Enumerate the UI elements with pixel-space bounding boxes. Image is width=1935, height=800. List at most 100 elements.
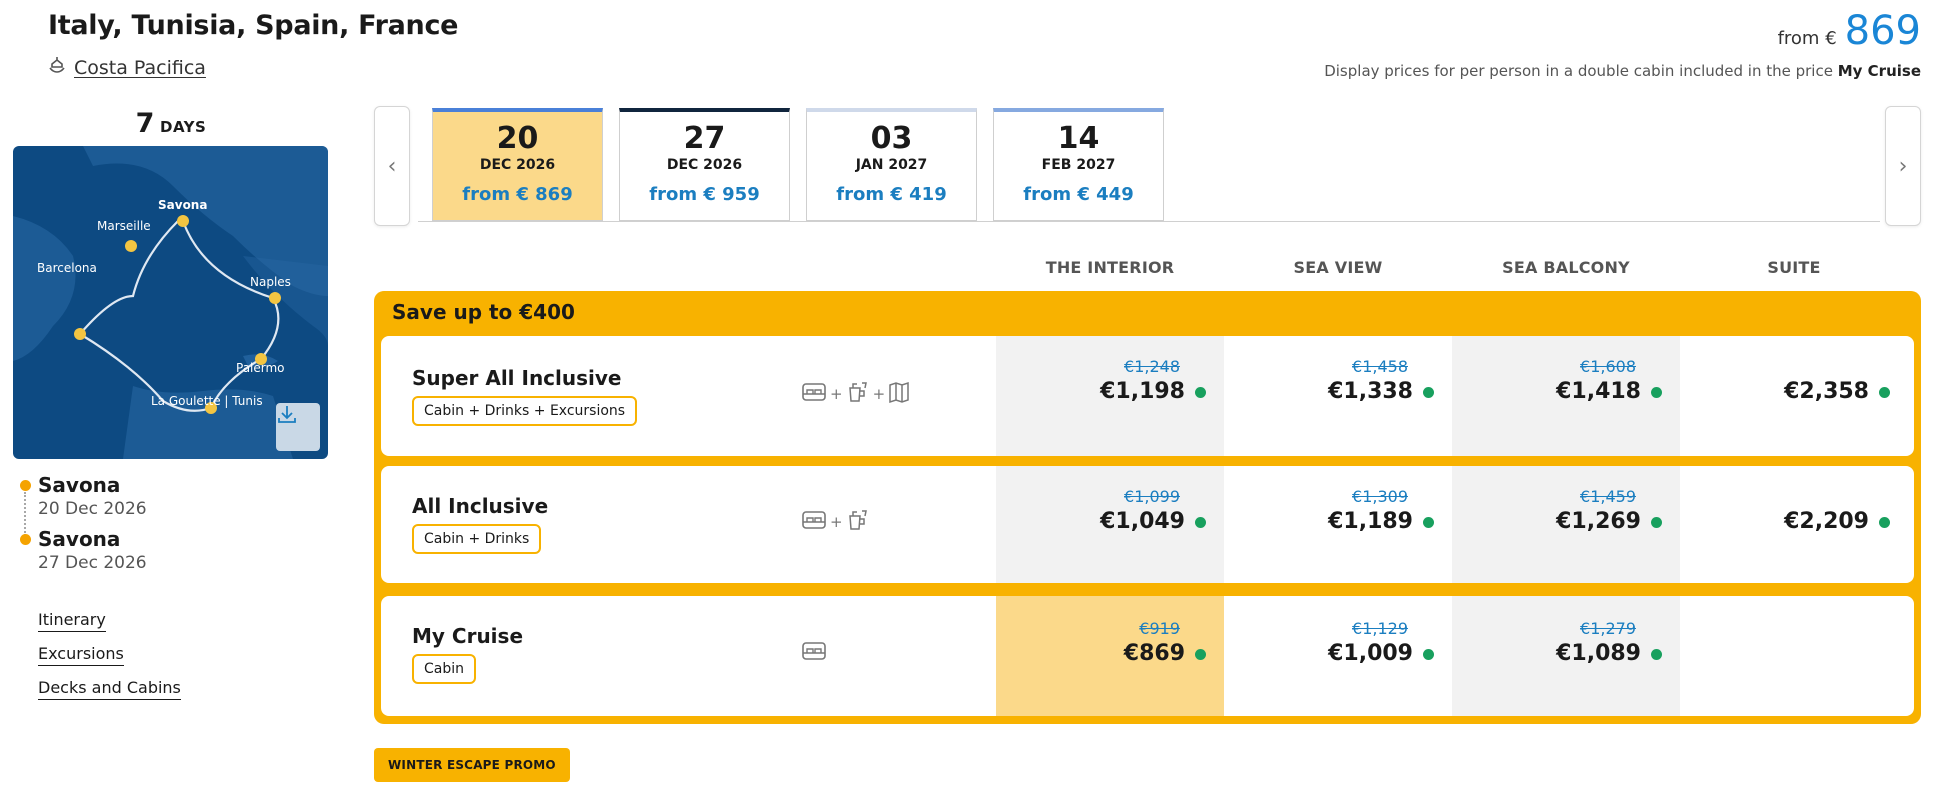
rate-row-super-all-inclusive: Super All Inclusive Cabin + Drinks + Exc… [381,336,1914,456]
map-icon [888,380,910,408]
date-tab-14-feb-2027[interactable]: 14 FEB 2027 from € 449 [993,108,1164,221]
ship-link[interactable]: Costa Pacifica [48,56,206,79]
price-new: €1,418 [1452,378,1662,406]
side-links: Itinerary Excursions Decks and Cabins [38,610,181,712]
price-old: €1,099 [1124,487,1180,506]
price-value: €869 [1123,641,1185,666]
date-tab-27-dec-2026[interactable]: 27 DEC 2026 from € 959 [619,108,790,221]
price-old: €1,248 [1124,357,1180,376]
price-cell-interior[interactable]: €1,248 €1,198 [996,356,1224,406]
chevron-left-icon: ‹ [387,153,397,179]
availability-dot [1651,516,1662,528]
price-new: €1,009 [1224,640,1434,668]
price-cell-interior[interactable]: €1,099 €1,049 [996,486,1224,536]
stop-date: 27 Dec 2026 [38,553,147,573]
price-cell-sea-view[interactable]: €1,309 €1,189 [1224,486,1452,536]
date-price: from € 449 [1023,184,1134,205]
winter-escape-promo-badge[interactable]: WINTER ESCAPE PROMO [374,748,570,782]
price-old: €1,309 [1352,487,1408,506]
date-tab-20-dec-2026[interactable]: 20 DEC 2026 from € 869 [432,108,603,221]
rate-name: My Cruise [412,624,524,648]
availability-dot [1651,386,1662,398]
from-price-label: from € [1777,28,1837,49]
ship-name: Costa Pacifica [74,56,206,79]
plus-sign: + [830,513,843,531]
rate-includes [801,640,827,666]
price-disclaimer: Display prices for per person in a doubl… [1324,62,1921,80]
disclaimer-rate-name: My Cruise [1837,62,1921,80]
dates-next-button[interactable]: › [1885,106,1921,226]
price-cell-sea-balcony[interactable]: €1,459 €1,269 [1452,486,1680,536]
dates-prev-button[interactable]: ‹ [374,106,410,226]
column-header-sea-view: SEA VIEW [1293,258,1383,277]
price-cell-sea-view[interactable]: €1,458 €1,338 [1224,356,1452,406]
date-day: 03 [870,121,913,156]
promo-title: Save up to €400 [392,300,575,324]
price-new: €869 [996,640,1206,668]
date-day: 20 [496,121,539,156]
itinerary-link[interactable]: Itinerary [38,610,106,632]
duration-label: DAYS [160,118,207,136]
price-cell-interior[interactable]: €919 €869 [996,618,1224,668]
price-new: €1,189 [1224,508,1434,536]
bed-icon [801,381,827,407]
price-old: €1,279 [1580,619,1636,638]
from-price: from € 869 [1778,8,1921,54]
date-price: from € 959 [649,184,760,205]
date-day: 14 [1057,121,1100,156]
date-price: from € 419 [836,184,947,205]
price-value: €1,269 [1556,509,1641,534]
price-new: €1,049 [996,508,1206,536]
price-old: €1,608 [1580,357,1636,376]
disclaimer-text: Display prices for per person in a doubl… [1324,62,1833,80]
bed-icon [801,509,827,535]
price-old: €1,458 [1352,357,1408,376]
bed-icon [801,640,827,666]
price-value: €1,189 [1328,509,1413,534]
map-label-marseille: Marseille [97,219,151,233]
price-new: €2,358 [1680,378,1890,406]
date-month: DEC 2026 [479,157,556,173]
date-month: JAN 2027 [855,157,928,173]
drink-icon [846,380,870,408]
price-cell-sea-view[interactable]: €1,129 €1,009 [1224,618,1452,668]
price-cell-sea-balcony[interactable]: €1,608 €1,418 [1452,356,1680,406]
rate-tag: Cabin + Drinks [412,524,542,554]
price-old: €919 [1139,619,1180,638]
decks-and-cabins-link[interactable]: Decks and Cabins [38,678,181,700]
page-title: Italy, Tunisia, Spain, France [48,10,459,41]
price-old: €1,459 [1580,487,1636,506]
stop-dot [20,480,31,491]
duration-number: 7 [135,108,155,139]
itinerary-map[interactable]: Savona Marseille Barcelona Naples Palerm… [13,146,328,459]
availability-dot [1879,386,1890,398]
availability-dot [1195,516,1206,528]
availability-dot [1651,648,1662,660]
price-new: €1,269 [1452,508,1662,536]
map-download-button[interactable] [276,403,320,451]
date-month: FEB 2027 [1041,157,1116,173]
map-label-naples: Naples [250,275,291,289]
price-new: €2,209 [1680,508,1890,536]
stops-list: Savona 20 Dec 2026 Savona 27 Dec 2026 [18,472,147,580]
price-cell-suite[interactable]: €2,358 [1680,378,1908,406]
plus-sign: + [830,385,843,403]
price-cell-suite[interactable]: €2,209 [1680,508,1908,536]
price-cell-sea-balcony[interactable]: €1,279 €1,089 [1452,618,1680,668]
price-value: €2,209 [1784,509,1869,534]
excursions-link[interactable]: Excursions [38,644,124,666]
availability-dot [1423,516,1434,528]
date-month: DEC 2026 [666,157,743,173]
stop-item: Savona 20 Dec 2026 [18,472,147,520]
price-old: €1,129 [1352,619,1408,638]
rate-row-my-cruise: My Cruise Cabin €919 €869 €1,129 €1,009 … [381,596,1914,716]
availability-dot [1879,516,1890,528]
price-value: €1,418 [1556,379,1641,404]
stop-item: Savona 27 Dec 2026 [18,526,147,574]
rate-tag: Cabin [412,654,477,684]
stop-name: Savona [38,473,121,497]
rate-name: All Inclusive [412,494,549,518]
price-value: €1,338 [1328,379,1413,404]
date-tab-03-jan-2027[interactable]: 03 JAN 2027 from € 419 [806,108,977,221]
dates-divider [418,221,1880,222]
